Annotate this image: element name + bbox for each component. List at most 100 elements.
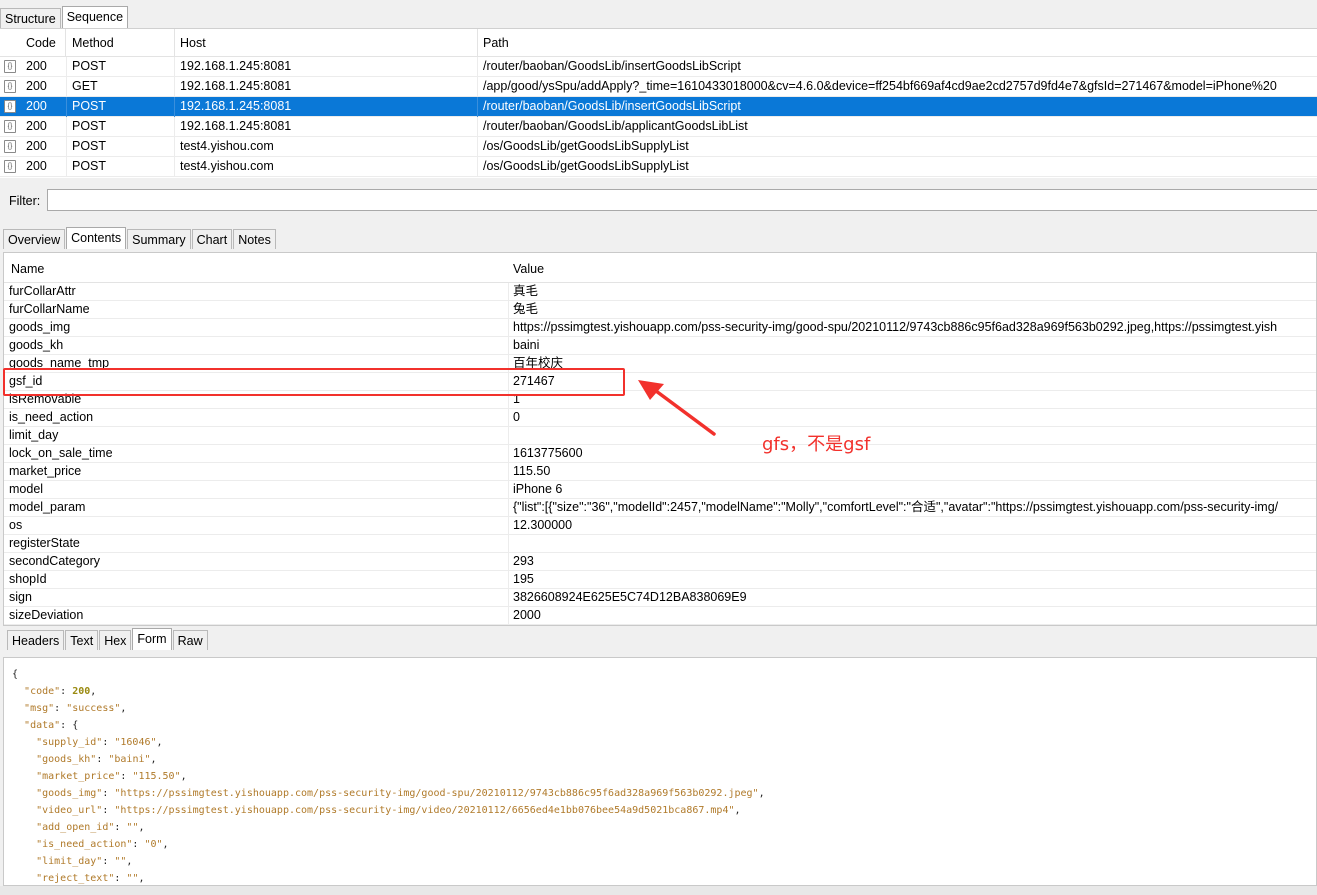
request-document-icon: {} bbox=[4, 100, 16, 113]
column-header-value[interactable]: Value bbox=[513, 262, 544, 276]
contents-row[interactable]: sign 3826608924E625E5C74D12BA838069E9 bbox=[4, 589, 1316, 607]
param-name: furCollarName bbox=[9, 302, 90, 316]
cell-method: GET bbox=[67, 77, 175, 97]
contents-row[interactable]: os 12.300000 bbox=[4, 517, 1316, 535]
sequence-row[interactable]: {} 200 POST 192.168.1.245:8081/router/baoba… bbox=[0, 117, 1317, 137]
tab-overview[interactable]: Overview bbox=[3, 229, 66, 249]
param-value: 115.50 bbox=[508, 463, 1314, 481]
tab-chart[interactable]: Chart bbox=[191, 229, 233, 249]
json-token: "supply_id" bbox=[36, 737, 103, 748]
json-line: "goods_kh": "baini", bbox=[12, 751, 157, 768]
cell-method: POST bbox=[67, 97, 175, 117]
column-header-method[interactable]: Method bbox=[67, 29, 175, 57]
contents-row[interactable]: lock_on_sale_time 1613775600 bbox=[4, 445, 1316, 463]
param-name: sizeDeviation bbox=[9, 608, 84, 622]
json-token: , bbox=[150, 754, 157, 765]
json-token: : bbox=[96, 754, 109, 765]
tab-headers[interactable]: Headers bbox=[7, 630, 65, 650]
contents-row[interactable]: goods_kh baini bbox=[4, 337, 1316, 355]
json-token: "https://pssimgtest.yishouapp.com/pss-se… bbox=[114, 805, 735, 816]
column-header-path[interactable]: Path bbox=[478, 29, 1317, 57]
tab-hex[interactable]: Hex bbox=[99, 630, 132, 650]
sequence-row[interactable]: {} 200 POST 192.168.1.245:8081/router/baoba… bbox=[0, 97, 1317, 117]
json-response-viewer[interactable]: { "code": 200, "msg": "success", "data":… bbox=[3, 657, 1317, 886]
column-header-code[interactable]: Code bbox=[21, 29, 66, 57]
json-token: , bbox=[138, 873, 145, 884]
param-name: model bbox=[9, 482, 44, 496]
annotation-highlight-box bbox=[3, 368, 625, 396]
contents-row[interactable]: sizeDeviation 2000 bbox=[4, 607, 1316, 625]
param-name: registerState bbox=[9, 536, 80, 550]
cell-path: /os/GoodsLib/getGoodsLibSupplyList bbox=[483, 159, 689, 173]
param-value: 0 bbox=[508, 409, 1314, 427]
json-token: : bbox=[114, 873, 127, 884]
json-token: "reject_text" bbox=[36, 873, 115, 884]
tab-contents[interactable]: Contents bbox=[66, 227, 127, 249]
cell-path: /router/baoban/GoodsLib/insertGoodsLibSc… bbox=[483, 59, 741, 73]
contents-row[interactable]: furCollarName 兔毛 bbox=[4, 301, 1316, 319]
contents-row[interactable]: model iPhone 6 bbox=[4, 481, 1316, 499]
column-header-host[interactable]: Host bbox=[175, 29, 478, 57]
json-token: : bbox=[102, 805, 115, 816]
json-token: , bbox=[156, 737, 163, 748]
json-line: "is_need_action": "0", bbox=[12, 836, 168, 853]
tab-structure[interactable]: Structure bbox=[0, 8, 61, 28]
json-token: "video_url" bbox=[36, 805, 103, 816]
json-line: "reject_text": "", bbox=[12, 870, 145, 885]
json-line: { bbox=[12, 666, 18, 683]
json-token: "16046" bbox=[114, 737, 157, 748]
sequence-row[interactable]: {} 200 POST 192.168.1.245:8081/router/baoba… bbox=[0, 57, 1317, 77]
param-value: 2000 bbox=[508, 607, 1314, 625]
json-token: "code" bbox=[24, 686, 61, 697]
tab-text[interactable]: Text bbox=[65, 630, 99, 650]
param-name: goods_kh bbox=[9, 338, 64, 352]
tab-raw[interactable]: Raw bbox=[172, 630, 208, 650]
param-value: baini bbox=[508, 337, 1314, 355]
sequence-row[interactable]: {} 200 GET 192.168.1.245:8081/app/good/ysSp… bbox=[0, 77, 1317, 97]
contents-row[interactable]: shopId 195 bbox=[4, 571, 1316, 589]
param-value: 1 bbox=[508, 391, 1314, 409]
tab-form[interactable]: Form bbox=[132, 628, 172, 650]
json-token: { bbox=[12, 669, 19, 680]
contents-row[interactable]: goods_img https://pssimgtest.yishouapp.co… bbox=[4, 319, 1316, 337]
filter-input[interactable] bbox=[47, 189, 1317, 211]
cell-code: 200 bbox=[21, 117, 67, 137]
param-value: https://pssimgtest.yishouapp.com/pss-sec… bbox=[508, 319, 1314, 337]
sequence-row[interactable]: {} 200 POST test4.yishou.com/os/GoodsLib/ge… bbox=[0, 137, 1317, 157]
json-line: "msg": "success", bbox=[12, 700, 126, 717]
json-token: "https://pssimgtest.yishouapp.com/pss-se… bbox=[114, 788, 759, 799]
param-name: lock_on_sale_time bbox=[9, 446, 113, 460]
detail-tabstrip: Overview Contents Summary Chart Notes bbox=[3, 227, 277, 249]
cell-path: /router/baoban/GoodsLib/insertGoodsLibSc… bbox=[483, 99, 741, 113]
column-header-name[interactable]: Name bbox=[11, 262, 44, 276]
contents-row[interactable]: model_param {"list":[{"size":"36","modelI… bbox=[4, 499, 1316, 517]
param-name: is_need_action bbox=[9, 410, 94, 424]
json-token: , bbox=[758, 788, 765, 799]
contents-row[interactable]: registerState bbox=[4, 535, 1316, 553]
horizontal-scrollbar[interactable] bbox=[0, 886, 1317, 895]
json-token: "goods_kh" bbox=[36, 754, 97, 765]
json-token: "" bbox=[126, 873, 139, 884]
sequence-header: Code Method Host Path bbox=[0, 29, 1317, 57]
json-token: : bbox=[114, 822, 127, 833]
cell-code: 200 bbox=[21, 97, 67, 117]
contents-row[interactable]: market_price 115.50 bbox=[4, 463, 1316, 481]
contents-row[interactable]: furCollarAttr 真毛 bbox=[4, 283, 1316, 301]
json-token: "msg" bbox=[24, 703, 55, 714]
tab-sequence[interactable]: Sequence bbox=[61, 6, 129, 28]
json-line: "code": 200, bbox=[12, 683, 96, 700]
param-value bbox=[508, 535, 1314, 553]
tab-notes[interactable]: Notes bbox=[233, 229, 276, 249]
sequence-row[interactable]: {} 200 POST test4.yishou.com/os/GoodsLib/ge… bbox=[0, 157, 1317, 177]
request-document-icon: {} bbox=[4, 80, 16, 93]
tab-summary[interactable]: Summary bbox=[127, 229, 191, 249]
annotation-arrow-icon bbox=[638, 380, 716, 436]
param-name: secondCategory bbox=[9, 554, 101, 568]
contents-row[interactable]: secondCategory 293 bbox=[4, 553, 1316, 571]
cell-method: POST bbox=[67, 57, 175, 77]
